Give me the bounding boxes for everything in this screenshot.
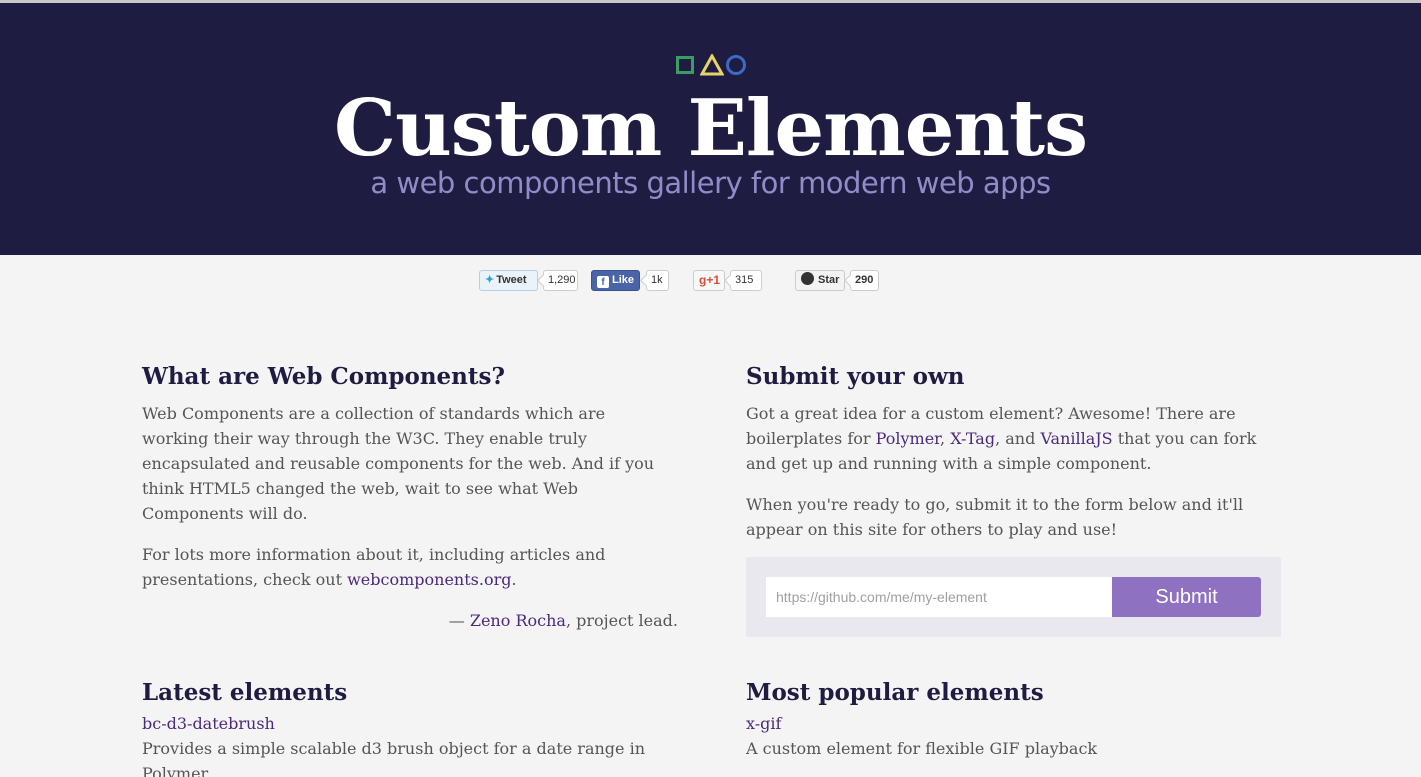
submit-form: Submit [746,557,1281,637]
submit-instructions: When you're ready to go, submit it to th… [746,495,1244,539]
tweet-label: Tweet [496,274,527,286]
repo-url-input[interactable] [766,577,1114,617]
element-description: A custom element for flexible GIF playba… [746,739,1098,758]
like-label: Like [612,274,635,286]
credit-line: — Zeno Rocha, project lead. [142,608,678,633]
twitter-icon: ✦ [485,274,495,286]
author-link[interactable]: Zeno Rocha [470,611,566,630]
element-link[interactable]: x-gif [746,714,781,733]
separator: , and [995,429,1041,448]
hero-header: Custom Elements a web components gallery… [0,3,1421,255]
gplus-button[interactable]: g+1 [693,270,725,291]
submit-button[interactable]: Submit [1112,577,1261,617]
github-star-button[interactable]: Star [795,270,845,291]
list-item: x-gif [746,711,1286,736]
separator: , [940,429,951,448]
star-count[interactable]: 290 [850,270,879,291]
about-more-end: . [511,570,517,589]
popular-section: Most popular elements x-gif A custom ele… [746,678,1286,761]
element-link[interactable]: bc-d3-datebrush [142,714,275,733]
xtag-link[interactable]: X-Tag [950,429,995,448]
latest-section: Latest elements bc-d3-datebrush Provides… [142,678,682,777]
tweet-button[interactable]: ✦ Tweet [479,270,538,291]
github-icon [801,272,814,285]
list-item: bc-d3-datebrush [142,711,682,736]
about-section: What are Web Components? Web Components … [142,362,682,633]
gplus-label: +1 [706,273,721,287]
submit-paragraph: Got a great idea for a custom element? A… [746,401,1276,476]
submit-heading: Submit your own [746,363,965,390]
submit-section: Submit your own Got a great idea for a c… [746,362,1286,542]
logo [674,54,748,76]
star-label: Star [818,274,840,286]
about-more-paragraph: For lots more information about it, incl… [142,542,662,592]
credit-role: , project lead. [565,611,678,630]
triangle-icon [700,54,724,76]
about-heading: What are Web Components? [142,363,505,390]
polymer-link[interactable]: Polymer [876,429,940,448]
facebook-icon: f [597,276,609,288]
square-icon [676,56,694,74]
page-subtitle: a web components gallery for modern web … [370,166,1051,200]
vanillajs-link[interactable]: VanillaJS [1040,429,1112,448]
credit-dash: — [448,611,470,630]
element-description: Provides a simple scalable d3 brush obje… [142,739,646,777]
gplus-count[interactable]: 315 [730,270,762,291]
facebook-like-button[interactable]: f Like [591,270,640,291]
like-count[interactable]: 1k [646,270,669,291]
about-paragraph: Web Components are a collection of stand… [142,404,655,523]
webcomponents-link[interactable]: webcomponents.org [347,570,511,589]
tweet-count[interactable]: 1,290 [543,270,578,291]
circle-icon [726,55,746,75]
latest-heading: Latest elements [142,679,348,706]
popular-heading: Most popular elements [746,679,1044,706]
